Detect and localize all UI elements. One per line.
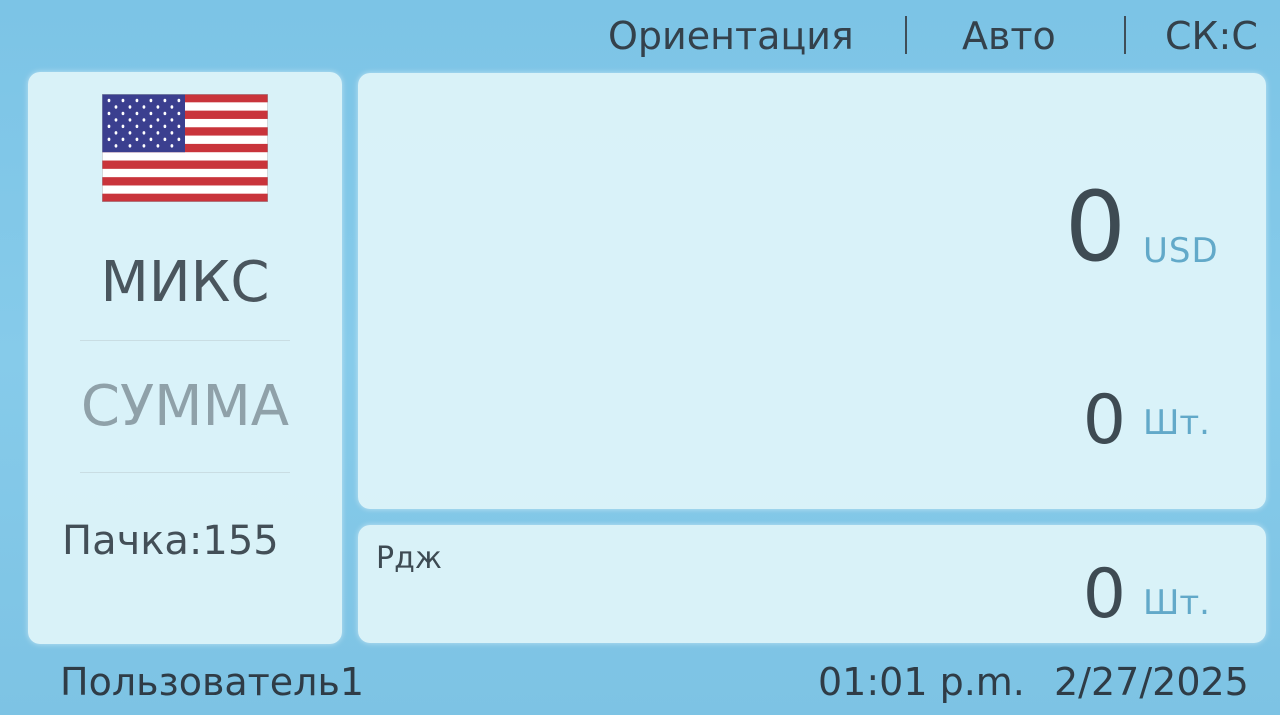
time-display: 01:01 p.m. <box>818 660 1025 704</box>
count-unit: Шт. <box>1143 403 1210 443</box>
date-display: 2/27/2025 <box>1054 660 1249 704</box>
reject-count: 0 <box>1082 555 1126 634</box>
reject-unit: Шт. <box>1143 583 1210 623</box>
divider <box>80 340 290 341</box>
mix-mode-button[interactable]: МИКС <box>28 250 342 315</box>
currency-code: USD <box>1143 231 1219 271</box>
reject-panel: Рдж 0 Шт. <box>358 525 1266 643</box>
sk-button[interactable]: СК:С <box>1165 14 1258 58</box>
count-display-panel: 0 USD 0 Шт. <box>358 73 1266 509</box>
auto-mode-button[interactable]: Авто <box>962 14 1056 58</box>
top-separator <box>1124 16 1126 54</box>
top-status-bar: Ориентация Авто СК:С <box>0 0 1280 70</box>
us-flag-icon[interactable] <box>102 94 268 202</box>
orientation-button[interactable]: Ориентация <box>608 14 854 58</box>
sum-mode-button[interactable]: СУММА <box>28 374 342 439</box>
reject-label: Рдж <box>376 541 442 576</box>
top-separator <box>905 16 907 54</box>
user-label[interactable]: Пользователь1 <box>60 660 364 704</box>
note-count: 0 <box>1082 381 1126 460</box>
currency-mode-panel: МИКС СУММА Пачка:155 <box>28 72 342 644</box>
batch-setting[interactable]: Пачка:155 <box>62 518 279 564</box>
divider <box>80 472 290 473</box>
total-amount: 0 <box>1064 171 1126 283</box>
